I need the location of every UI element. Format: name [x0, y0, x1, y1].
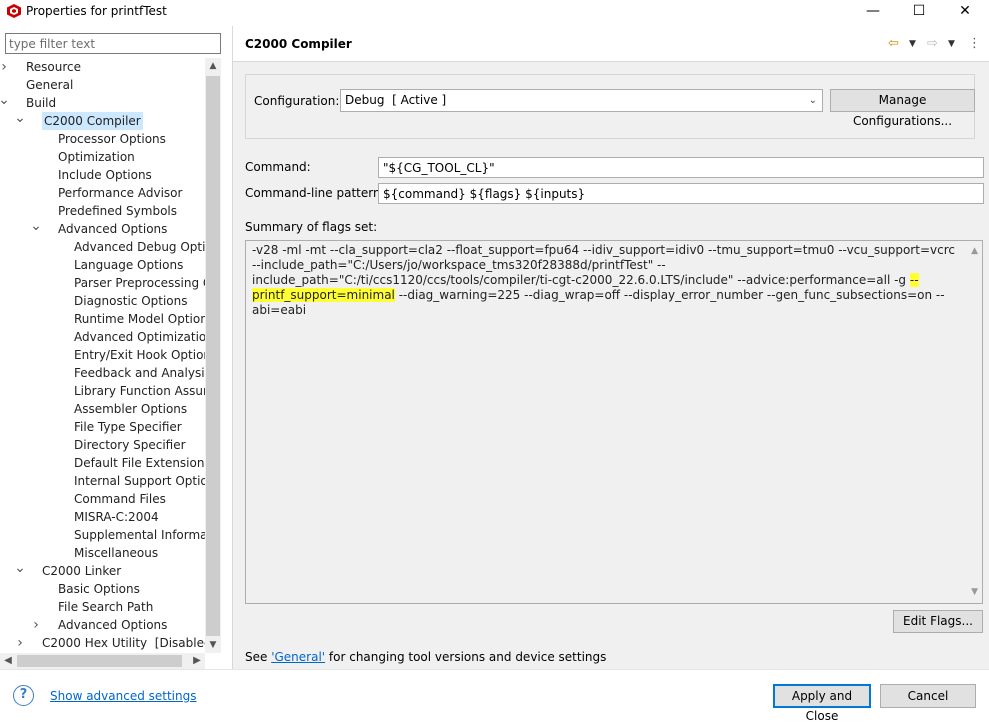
properties-tree: › Resource General ⌄ Build ⌄ C2000 Compiler Pro…	[0, 58, 205, 653]
configuration-group: Configuration: Debug [ Active ] ⌄ Manage…	[245, 74, 975, 139]
page-title: C2000 Compiler	[245, 37, 352, 51]
tree-item-label: Language Options	[74, 258, 184, 272]
chevron-down-icon: ⌄	[808, 95, 817, 106]
window-title: Properties for printfTest	[26, 4, 167, 18]
collapsed-chevron-icon[interactable]: ›	[14, 634, 26, 652]
dialog-footer: ? Show advanced settings Apply and Close…	[0, 670, 989, 723]
tree-item-label: Assembler Options	[74, 402, 188, 416]
app-icon	[7, 4, 21, 18]
tree-item-label: C2000 Compiler	[42, 112, 143, 130]
see-suffix: for changing tool versions and device se…	[325, 650, 607, 664]
configuration-select[interactable]: Debug [ Active ] ⌄	[340, 89, 823, 112]
scroll-thumb[interactable]	[206, 76, 220, 636]
command-label: Command:	[245, 160, 311, 174]
tree-item-label: General	[26, 78, 74, 92]
tree-item-label: Parser Preprocessing Op	[74, 276, 205, 290]
view-menu-icon[interactable]: ⋮	[968, 36, 981, 52]
tree-item-label: Internal Support Options	[74, 474, 205, 488]
expanded-chevron-icon[interactable]: ⌄	[30, 219, 42, 238]
tree-item-label: MISRA-C:2004	[74, 510, 159, 524]
summary-label: Summary of flags set:	[245, 220, 378, 234]
tree-item-label: Default File Extensions	[74, 456, 205, 470]
apply-and-close-button[interactable]: Apply and Close	[773, 684, 871, 723]
minimize-button[interactable]: —	[850, 0, 896, 22]
see-general-hint: See 'General' for changing tool versions…	[245, 650, 606, 664]
tree-item-label: Runtime Model Options	[74, 312, 205, 326]
scroll-down-icon[interactable]: ▼	[205, 637, 221, 653]
tree-item-label: Advanced Debug Option	[74, 240, 205, 254]
right-pane: C2000 Compiler ⇦ ▼ ⇨ ▼ ⋮ Configuration: …	[233, 26, 989, 669]
tree-item-label: Entry/Exit Hook Options	[74, 348, 205, 362]
tree-vertical-scrollbar[interactable]: ▲ ▼	[205, 58, 221, 653]
tree-item-label: Advanced Options	[58, 222, 168, 236]
tree-item-label: Predefined Symbols	[58, 204, 178, 218]
summary-scroll-up-icon[interactable]: ▲	[971, 244, 978, 259]
expanded-chevron-icon[interactable]: ⌄	[0, 93, 10, 112]
cancel-button[interactable]: Cancel	[880, 684, 976, 708]
edit-flags-button[interactable]: Edit Flags...	[893, 610, 983, 633]
tree-item-label: Include Options	[58, 168, 152, 182]
tree-item-label: C2000 Linker	[42, 564, 122, 578]
tree-item-label: Supplemental Informatio	[74, 528, 205, 542]
expanded-chevron-icon[interactable]: ⌄	[14, 561, 26, 580]
collapsed-chevron-icon[interactable]: ›	[30, 616, 42, 634]
flags-summary-text[interactable]: -v28 -ml -mt --cla_support=cla2 --float_…	[245, 240, 983, 604]
see-prefix: See	[245, 650, 272, 664]
hscroll-thumb[interactable]	[17, 655, 182, 667]
tree-item-label: File Search Path	[58, 600, 154, 614]
title-bar: Properties for printfTest — ☐ ✕	[0, 0, 989, 22]
tree-item-label: Optimization	[58, 150, 135, 164]
expanded-chevron-icon[interactable]: ⌄	[14, 111, 26, 130]
left-pane: ›ResourceGeneral⌄Build⌄C2000 CompilerPro…	[0, 26, 230, 669]
back-dropdown-icon[interactable]: ▼	[909, 39, 916, 55]
tree-item-label: Feedback and Analysis C	[74, 366, 205, 380]
flags-text-before: -v28 -ml -mt --cla_support=cla2 --float_…	[252, 243, 955, 287]
tree-item-label: Advanced Optimizations	[74, 330, 205, 344]
maximize-button[interactable]: ☐	[896, 0, 942, 22]
tree-item-label: Advanced Options	[58, 618, 168, 632]
back-arrow-icon[interactable]: ⇦	[888, 36, 899, 52]
show-advanced-settings-link[interactable]: Show advanced settings	[50, 689, 197, 703]
tree-item-label: C2000 Hex Utility [Disabled]	[42, 636, 205, 650]
collapsed-chevron-icon[interactable]: ›	[0, 58, 10, 76]
scroll-right-icon[interactable]: ▶	[189, 653, 205, 669]
scroll-up-icon[interactable]: ▲	[205, 58, 221, 74]
manage-configurations-button[interactable]: Manage Configurations...	[830, 89, 975, 128]
tree-item-label: Command Files	[74, 492, 166, 506]
general-link[interactable]: 'General'	[271, 650, 325, 664]
page-header: C2000 Compiler ⇦ ▼ ⇨ ▼ ⋮	[233, 26, 989, 62]
tree-item-label: Processor Options	[58, 132, 166, 146]
command-line-pattern-label: Command-line pattern:	[245, 186, 385, 200]
tree-item-label: Library Function Assump	[74, 384, 205, 398]
configuration-label: Configuration:	[254, 94, 340, 108]
tree-item-label: Basic Options	[58, 582, 140, 596]
command-field[interactable]: "${CG_TOOL_CL}"	[378, 157, 984, 178]
tree-item-label: Directory Specifier	[74, 438, 186, 452]
tree-item-label: File Type Specifier	[74, 420, 182, 434]
help-icon[interactable]: ?	[13, 685, 34, 706]
tree-item-label: Build	[26, 96, 57, 110]
tree-item-label: Resource	[26, 60, 82, 74]
configuration-value: Debug [ Active ]	[345, 93, 447, 107]
command-line-pattern-field[interactable]: ${command} ${flags} ${inputs}	[378, 183, 984, 204]
summary-scroll-down-icon[interactable]: ▼	[971, 585, 978, 600]
close-button[interactable]: ✕	[942, 0, 988, 22]
filter-input[interactable]	[5, 33, 221, 54]
tree-item-label: Performance Advisor	[58, 186, 183, 200]
scroll-left-icon[interactable]: ◀	[0, 653, 16, 669]
forward-arrow-icon[interactable]: ⇨	[927, 36, 938, 52]
tree-item-label: Diagnostic Options	[74, 294, 188, 308]
forward-dropdown-icon[interactable]: ▼	[948, 39, 955, 55]
tree-item-label: Miscellaneous	[74, 546, 159, 560]
tree-horizontal-scrollbar[interactable]: ◀ ▶	[0, 653, 205, 669]
